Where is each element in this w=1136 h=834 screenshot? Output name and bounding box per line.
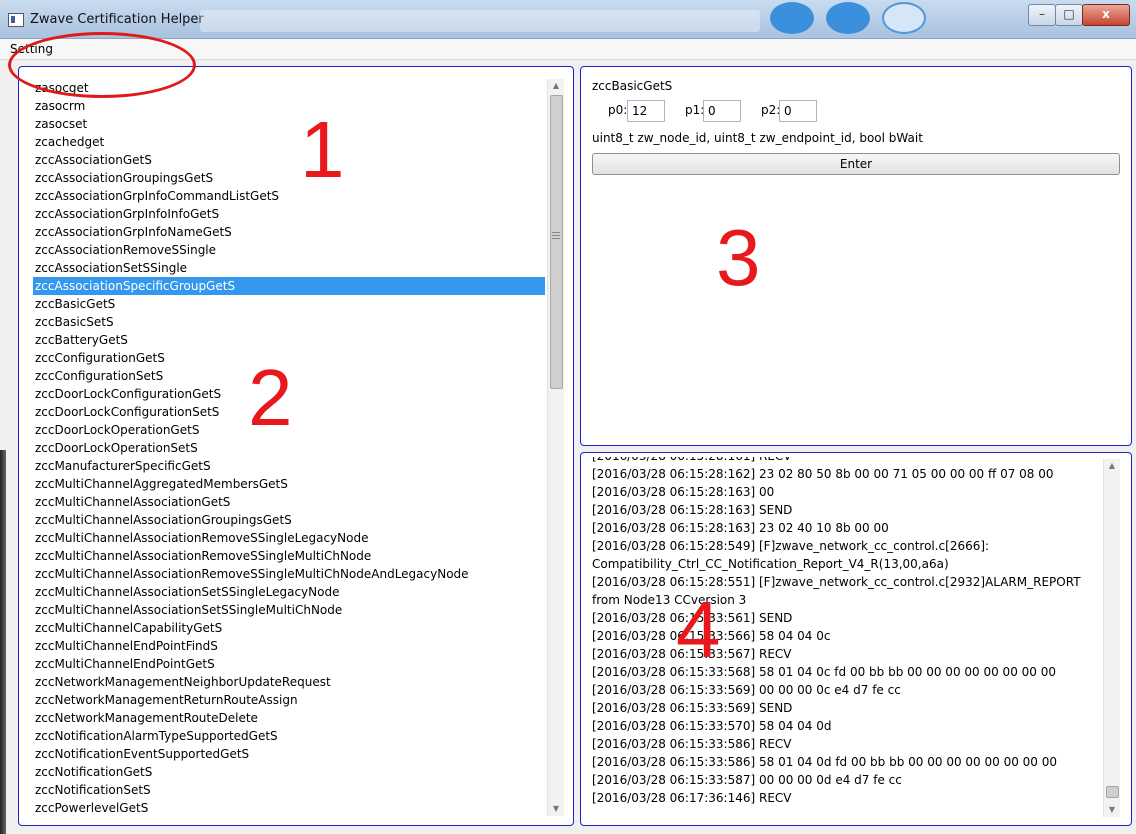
log-line: [2016/03/28 06:15:28:549] [F]zwave_netwo… xyxy=(592,539,990,553)
background-app-icon xyxy=(770,2,814,34)
annotation-number-3: 3 xyxy=(716,213,761,302)
command-list-item[interactable]: zccMultiChannelEndPointGetS xyxy=(33,655,545,673)
function-signature: uint8_t zw_node_id, uint8_t zw_endpoint_… xyxy=(592,131,923,145)
command-list-item[interactable]: zcachedget xyxy=(33,133,545,151)
log-line: [2016/03/28 06:15:28:551] [F]zwave_netwo… xyxy=(592,575,1081,589)
annotation-ellipse xyxy=(8,32,196,98)
param-p2-label: p2: xyxy=(761,103,781,117)
close-button[interactable]: x xyxy=(1082,4,1130,26)
command-list-item[interactable]: zccAssociationGrpInfoInfoGetS xyxy=(33,205,545,223)
command-list-item[interactable]: zccNetworkManagementNeighborUpdateReques… xyxy=(33,673,545,691)
command-list-item[interactable]: zccAssociationSetSSingle xyxy=(33,259,545,277)
command-list-item[interactable]: zccMultiChannelAssociationRemoveSSingleL… xyxy=(33,529,545,547)
scroll-thumb[interactable] xyxy=(1106,786,1119,798)
param-p2-input[interactable]: 0 xyxy=(779,100,817,122)
background-window-strip xyxy=(200,10,760,32)
command-list-panel: zasocget zasocrm zasocset zcachedget zccAsso… xyxy=(18,66,574,826)
command-list-item[interactable]: zccMultiChannelAssociationSetSSingleLega… xyxy=(33,583,545,601)
scroll-up-arrow-icon[interactable]: ▲ xyxy=(1104,459,1120,473)
command-list-item[interactable]: zccMultiChannelEndPointFindS xyxy=(33,637,545,655)
annotation-number-4: 4 xyxy=(676,585,721,674)
param-p1-label: p1: xyxy=(685,103,705,117)
command-list-item[interactable]: zccBatteryGetS xyxy=(33,331,545,349)
log-line: [2016/03/28 06:15:28:163] 23 02 40 10 8b… xyxy=(592,521,889,535)
background-edge xyxy=(0,450,6,834)
scroll-down-arrow-icon[interactable]: ▼ xyxy=(1104,803,1120,817)
command-list-item[interactable]: zasocset xyxy=(33,115,545,133)
command-list-item[interactable]: zccNotificationEventSupportedGetS xyxy=(33,745,545,763)
param-p0-label: p0: xyxy=(608,103,628,117)
log-line: [2016/03/28 06:15:33:569] SEND xyxy=(592,701,793,715)
log-line: [2016/03/28 06:15:28:162] 23 02 80 50 8b… xyxy=(592,467,1054,481)
annotation-number-1: 1 xyxy=(300,105,345,194)
command-list-scrollbar[interactable]: ▲ ▼ xyxy=(547,79,564,816)
log-line: [2016/03/28 06:15:33:586] 58 01 04 0d fd… xyxy=(592,755,1058,769)
background-app-icon xyxy=(826,2,870,34)
log-line: [2016/03/28 06:15:33:586] RECV xyxy=(592,737,792,751)
command-list-item[interactable]: zccMultiChannelAggregatedMembersGetS xyxy=(33,475,545,493)
window-title: Zwave Certification Helper xyxy=(30,12,204,27)
command-list-item[interactable]: zccNetworkManagementRouteDelete xyxy=(33,709,545,727)
command-list-item[interactable]: zccMultiChannelAssociationGetS xyxy=(33,493,545,511)
log-line: [2016/03/28 06:15:33:570] 58 04 04 0d xyxy=(592,719,832,733)
command-list-item[interactable]: zccAssociationRemoveSSingle xyxy=(33,241,545,259)
annotation-number-2: 2 xyxy=(248,353,293,442)
background-app-icon xyxy=(882,2,926,34)
command-list-item[interactable]: zccNotificationSetS xyxy=(33,781,545,799)
log-panel: [2016/03/28 06:15:28:161] RECV [2016/03/2… xyxy=(580,452,1132,826)
command-list-item[interactable]: zccMultiChannelAssociationSetSSingleMult… xyxy=(33,601,545,619)
command-list-item[interactable]: zccMultiChannelAssociationGroupingsGetS xyxy=(33,511,545,529)
command-list-item[interactable]: zccMultiChannelAssociationRemoveSSingleM… xyxy=(33,565,545,583)
minimize-button[interactable]: – xyxy=(1028,4,1056,26)
enter-button[interactable]: Enter xyxy=(592,153,1120,175)
log-line: [2016/03/28 06:17:36:146] RECV xyxy=(592,791,792,805)
param-p1-input[interactable]: 0 xyxy=(703,100,741,122)
command-list-item[interactable]: zccAssociationGrpInfoNameGetS xyxy=(33,223,545,241)
log-line: [2016/03/28 06:15:28:163] SEND xyxy=(592,503,793,517)
log-line: [2016/03/28 06:15:33:587] 00 00 00 0d e4… xyxy=(592,773,902,787)
log-output[interactable]: [2016/03/28 06:15:28:161] RECV [2016/03/2… xyxy=(592,457,1098,817)
title-bar: Zwave Certification Helper – □ x xyxy=(0,0,1136,39)
command-list-item[interactable]: zccBasicSetS xyxy=(33,313,545,331)
command-list-item[interactable]: zccAssociationGrpInfoCommandListGetS xyxy=(33,187,545,205)
log-line: [2016/03/28 06:15:33:561] SEND xyxy=(592,611,793,625)
log-line: [2016/03/28 06:15:33:567] RECV xyxy=(592,647,792,661)
param-p0-input[interactable]: 12 xyxy=(627,100,665,122)
scroll-up-arrow-icon[interactable]: ▲ xyxy=(548,79,564,93)
command-list-item[interactable]: zccMultiChannelCapabilityGetS xyxy=(33,619,545,637)
command-list-item[interactable]: zccPowerlevelGetS xyxy=(33,799,545,816)
scroll-grip-icon xyxy=(552,232,560,240)
command-list-item[interactable]: zccNotificationAlarmTypeSupportedGetS xyxy=(33,727,545,745)
command-list-item[interactable]: zccBasicGetS xyxy=(33,295,545,313)
log-line: Compatibility_Ctrl_CC_Notification_Repor… xyxy=(592,557,949,571)
log-line: from Node13 CCversion 3 xyxy=(592,593,747,607)
command-list-item[interactable]: zccNotificationGetS xyxy=(33,763,545,781)
function-name: zccBasicGetS xyxy=(592,79,673,93)
scroll-thumb[interactable] xyxy=(550,95,563,389)
command-list-item[interactable]: zccAssociationSpecificGroupGetS xyxy=(33,277,545,295)
scroll-down-arrow-icon[interactable]: ▼ xyxy=(548,802,564,816)
command-list-item[interactable]: zccAssociationGroupingsGetS xyxy=(33,169,545,187)
command-list[interactable]: zasocget zasocrm zasocset zcachedget zccAsso… xyxy=(33,79,545,816)
app-icon xyxy=(8,13,24,27)
command-list-item[interactable]: zccMultiChannelAssociationRemoveSSingleM… xyxy=(33,547,545,565)
command-list-item[interactable]: zccNetworkManagementReturnRouteAssign xyxy=(33,691,545,709)
log-line: [2016/03/28 06:15:33:566] 58 04 04 0c xyxy=(592,629,831,643)
command-list-item[interactable]: zccManufacturerSpecificGetS xyxy=(33,457,545,475)
log-line: [2016/03/28 06:15:33:569] 00 00 00 0c e4… xyxy=(592,683,901,697)
log-line: [2016/03/28 06:15:28:161] RECV xyxy=(592,457,1098,465)
log-line: [2016/03/28 06:15:33:568] 58 01 04 0c fd… xyxy=(592,665,1056,679)
command-list-item[interactable]: zasocrm xyxy=(33,97,545,115)
log-line: [2016/03/28 06:15:28:163] 00 xyxy=(592,485,775,499)
log-scrollbar[interactable]: ▲ ▼ xyxy=(1103,459,1120,817)
function-form-panel: zccBasicGetS p0: 12 p1: 0 p2: 0 uint8_t … xyxy=(580,66,1132,446)
maximize-button[interactable]: □ xyxy=(1055,4,1083,26)
command-list-item[interactable]: zccAssociationGetS xyxy=(33,151,545,169)
